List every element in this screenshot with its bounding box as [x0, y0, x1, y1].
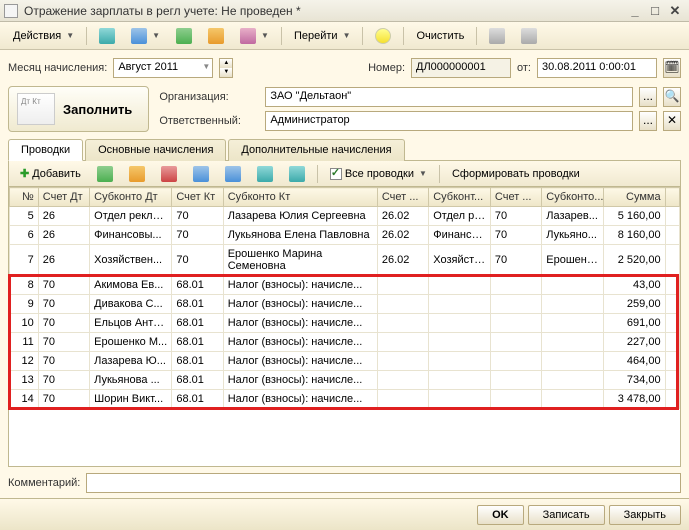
fill-button[interactable]: Заполнить	[8, 86, 149, 132]
tabbar: Проводки Основные начисления Дополнитель…	[8, 138, 681, 161]
grid-btn-7[interactable]	[282, 162, 312, 186]
window-title: Отражение зарплаты в регл учете: Не пров…	[24, 4, 625, 18]
add-row-button[interactable]: ✚Добавить	[13, 163, 88, 184]
number-field[interactable]: ДЛ000000001	[411, 58, 511, 78]
delete-icon	[161, 166, 177, 182]
grid-btn-4[interactable]	[186, 162, 216, 186]
structure-icon	[208, 28, 224, 44]
grid-btn-6[interactable]	[250, 162, 280, 186]
all-postings-check[interactable]: Все проводки▼	[323, 164, 434, 184]
toolbar-btn-6[interactable]	[482, 24, 512, 48]
insert-icon	[97, 166, 113, 182]
resp-field[interactable]: Администратор	[265, 111, 633, 131]
checkbox-icon	[330, 168, 342, 180]
table-row[interactable]: 526Отдел рекла...70 Лазарева Юлия Сергее…	[10, 207, 680, 226]
actions-menu[interactable]: Действия▼	[6, 26, 81, 46]
toolbar-btn-1[interactable]	[92, 24, 122, 48]
clear-button[interactable]: Очистить	[409, 26, 471, 46]
table-row[interactable]: 870Акимова Ев...68.01 Налог (взносы): на…	[10, 276, 680, 295]
col-n[interactable]: №	[10, 188, 39, 207]
table-row[interactable]: 726Хозяйствен...70 Ерошенко Марина Семен…	[10, 245, 680, 276]
app-icon	[4, 4, 18, 18]
toolbar-btn-2[interactable]: ▼	[124, 24, 167, 48]
table-row[interactable]: 626Финансовы...70 Лукьянова Елена Павлов…	[10, 226, 680, 245]
fill-icon	[17, 93, 55, 125]
period-label: Месяц начисления:	[8, 62, 107, 74]
table-row[interactable]: 1370Лукьянова ...68.01 Налог (взносы): н…	[10, 371, 680, 390]
table-row[interactable]: 1070Ельцов Анто...68.01 Налог (взносы): …	[10, 314, 680, 333]
sort-desc-icon	[289, 166, 305, 182]
org-label: Организация:	[159, 91, 259, 103]
post-icon	[131, 28, 147, 44]
period-spinner[interactable]: ▲▼	[219, 58, 233, 78]
period-combo[interactable]: Август 2011	[113, 58, 213, 78]
date-field[interactable]: 30.08.2011 0:00:01	[537, 58, 657, 78]
save-button[interactable]: Записать	[528, 505, 605, 525]
form-postings-button[interactable]: Сформировать проводки	[445, 164, 587, 184]
col-dt[interactable]: Счет Дт	[38, 188, 89, 207]
col-sdt[interactable]: Субконто Дт	[90, 188, 172, 207]
header-row: № Счет Дт Субконто Дт Счет Кт Субконто К…	[10, 188, 680, 207]
grid-btn-2[interactable]	[122, 162, 152, 186]
org-search-button[interactable]: 🔍	[663, 87, 681, 107]
table-row[interactable]: 1270Лазарева Ю...68.01 Налог (взносы): н…	[10, 352, 680, 371]
col-c4[interactable]: Субконто...	[542, 188, 604, 207]
grid-toolbar: ✚Добавить Все проводки▼ Сформировать про…	[8, 161, 681, 187]
plus-icon: ✚	[20, 167, 29, 180]
save-icon	[99, 28, 115, 44]
tab-additional-accruals[interactable]: Дополнительные начисления	[228, 139, 404, 161]
date-label: от:	[517, 62, 531, 74]
footer: OK Записать Закрыть	[0, 498, 689, 530]
goto-menu[interactable]: Перейти▼	[287, 26, 358, 46]
grid-btn-3[interactable]	[154, 162, 184, 186]
table-row[interactable]: 1470Шорин Викт...68.01 Налог (взносы): н…	[10, 390, 680, 409]
col-kt[interactable]: Счет Кт	[172, 188, 223, 207]
tab-postings[interactable]: Проводки	[8, 139, 83, 161]
org-select-button[interactable]: ...	[639, 87, 657, 107]
close-footer-button[interactable]: Закрыть	[609, 505, 681, 525]
col-sum[interactable]: Сумма	[603, 188, 665, 207]
col-c1[interactable]: Счет ...	[377, 188, 428, 207]
table-row[interactable]: 970Дивакова С...68.01 Налог (взносы): на…	[10, 295, 680, 314]
resp-label: Ответственный:	[159, 115, 259, 127]
grid: № Счет Дт Субконто Дт Счет Кт Субконто К…	[8, 187, 681, 467]
toolbar-btn-7[interactable]	[514, 24, 544, 48]
number-label: Номер:	[368, 62, 405, 74]
settings-icon	[489, 28, 505, 44]
col-c2[interactable]: Субконт...	[429, 188, 491, 207]
close-button[interactable]: ✕	[665, 3, 685, 19]
edit-icon	[129, 166, 145, 182]
date-picker-button[interactable]: 🗓	[663, 58, 681, 78]
tab-main-accruals[interactable]: Основные начисления	[85, 139, 226, 161]
help-button[interactable]	[368, 24, 398, 48]
comment-field[interactable]	[86, 473, 681, 493]
resp-select-button[interactable]: ...	[639, 111, 657, 131]
col-c3[interactable]: Счет ...	[490, 188, 541, 207]
help-icon	[375, 28, 391, 44]
scroll-stub	[665, 188, 679, 207]
grid-btn-5[interactable]	[218, 162, 248, 186]
org-field[interactable]: ЗАО "Дельтаон"	[265, 87, 633, 107]
col-skt[interactable]: Субконто Кт	[223, 188, 377, 207]
sort-asc-icon	[257, 166, 273, 182]
toolbar-btn-5[interactable]: ▼	[233, 24, 276, 48]
main-toolbar: Действия▼ ▼ ▼ Перейти▼ Очистить	[0, 22, 689, 50]
report-icon	[240, 28, 256, 44]
minimize-button[interactable]: _	[625, 3, 645, 19]
move-up-icon	[193, 166, 209, 182]
refresh-icon	[176, 28, 192, 44]
list-icon	[521, 28, 537, 44]
grid-btn-1[interactable]	[90, 162, 120, 186]
table-row[interactable]: 1170Ерошенко М...68.01 Налог (взносы): н…	[10, 333, 680, 352]
comment-label: Комментарий:	[8, 477, 80, 489]
titlebar: Отражение зарплаты в регл учете: Не пров…	[0, 0, 689, 22]
toolbar-btn-4[interactable]	[201, 24, 231, 48]
ok-button[interactable]: OK	[477, 505, 524, 525]
move-down-icon	[225, 166, 241, 182]
toolbar-btn-3[interactable]	[169, 24, 199, 48]
maximize-button[interactable]: □	[645, 3, 665, 19]
resp-clear-button[interactable]: ✕	[663, 111, 681, 131]
